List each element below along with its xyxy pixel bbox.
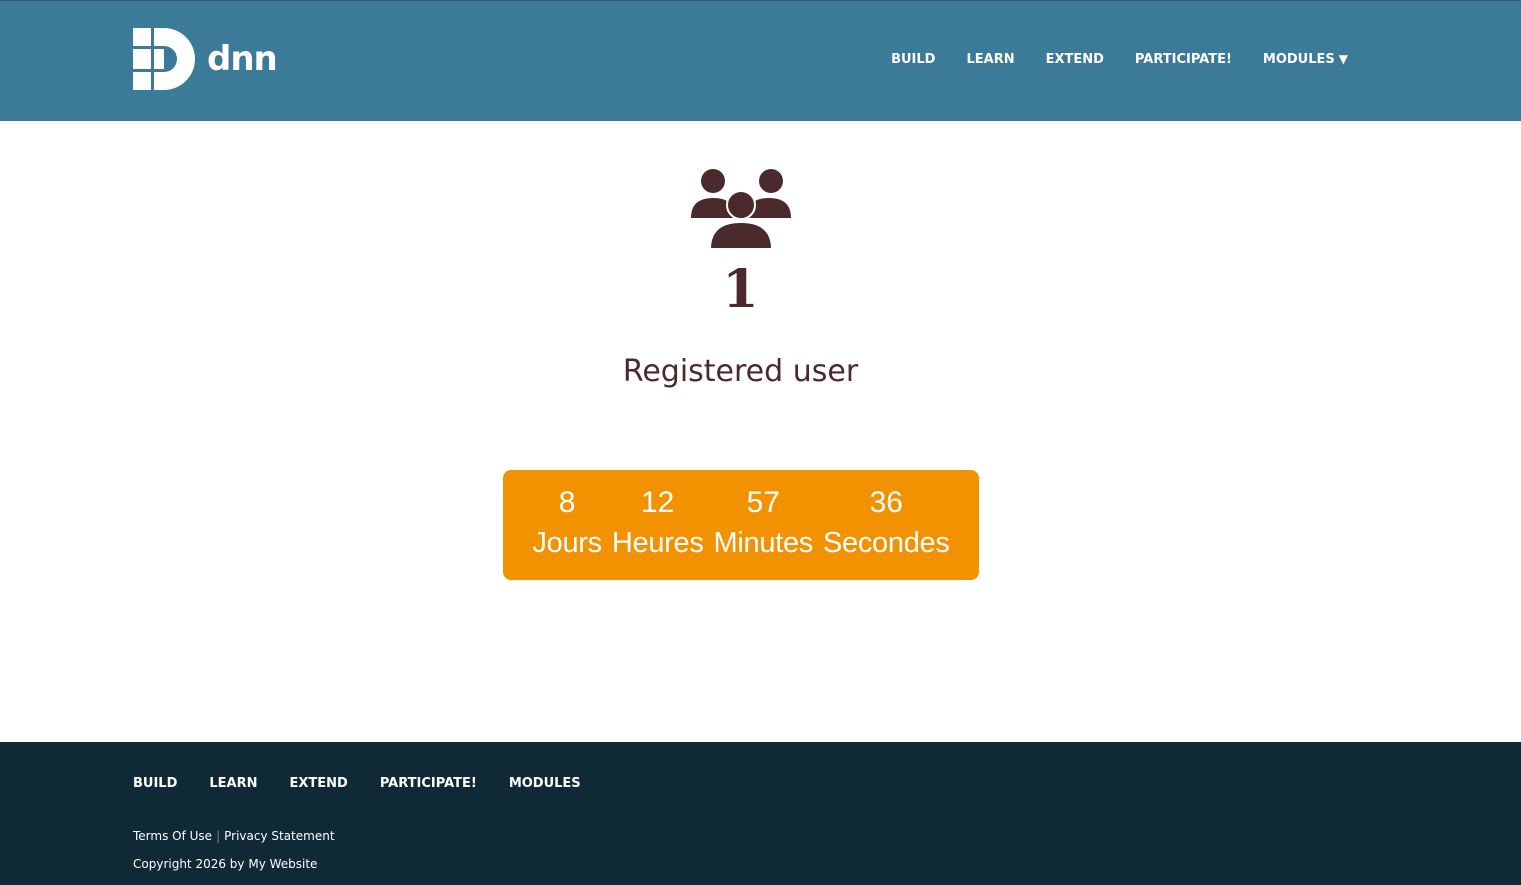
- registered-user-label: Registered user: [622, 354, 859, 389]
- logo-wordmark: dnn: [207, 39, 278, 79]
- countdown-hours: 12 Heures: [612, 485, 704, 565]
- nav-item-extend[interactable]: EXTEND: [1046, 52, 1104, 67]
- footer-nav-extend[interactable]: EXTEND: [290, 776, 348, 791]
- nav-item-build[interactable]: BUILD: [891, 52, 935, 67]
- countdown-label: Jours: [532, 527, 602, 559]
- dnn-logo-icon: [133, 28, 195, 90]
- registered-user-count: 1: [722, 259, 759, 320]
- site-footer: BUILD LEARN EXTEND PARTICIPATE! MODULES …: [0, 742, 1521, 885]
- dnn-logo[interactable]: dnn: [133, 28, 278, 90]
- users-icon: [691, 169, 791, 250]
- nav-item-modules[interactable]: MODULES ▼: [1263, 52, 1348, 67]
- countdown-seconds: 36 Secondes: [823, 485, 950, 565]
- main-nav: BUILD LEARN EXTEND PARTICIPATE! MODULES ▼: [860, 52, 1348, 67]
- footer-nav-learn[interactable]: LEARN: [209, 776, 257, 791]
- countdown-value: 12: [641, 486, 675, 519]
- countdown-value: 8: [558, 486, 576, 519]
- countdown-days: 8 Jours: [532, 485, 602, 565]
- nav-modules-label: MODULES: [1262, 52, 1335, 67]
- countdown-label: Heures: [611, 527, 704, 559]
- footer-links: Terms Of Use | Privacy Statement: [133, 829, 335, 843]
- terms-of-use-link[interactable]: Terms Of Use: [133, 829, 212, 843]
- countdown-label: Minutes: [713, 527, 814, 559]
- main-content: 1 Registered user 8 Jours 12 Heures 57 M…: [0, 121, 1521, 742]
- countdown-value: 57: [746, 486, 780, 519]
- footer-nav: BUILD LEARN EXTEND PARTICIPATE! MODULES: [133, 776, 613, 791]
- footer-separator: |: [216, 829, 221, 843]
- site-header: dnn BUILD LEARN EXTEND PARTICIPATE! MODU…: [0, 0, 1521, 121]
- footer-nav-build[interactable]: BUILD: [133, 776, 177, 791]
- countdown-label: Secondes: [822, 527, 950, 559]
- caret-down-icon: ▼: [1338, 52, 1348, 66]
- copyright-text: Copyright 2026 by My Website: [133, 857, 318, 871]
- footer-nav-participate[interactable]: PARTICIPATE!: [380, 776, 477, 791]
- countdown-minutes: 57 Minutes: [713, 485, 814, 565]
- countdown-timer: 8 Jours 12 Heures 57 Minutes 36 Secondes: [503, 470, 979, 580]
- nav-item-learn[interactable]: LEARN: [966, 52, 1014, 67]
- nav-item-participate[interactable]: PARTICIPATE!: [1135, 52, 1232, 67]
- privacy-statement-link[interactable]: Privacy Statement: [224, 829, 334, 843]
- countdown-value: 36: [869, 486, 903, 519]
- footer-nav-modules[interactable]: MODULES: [509, 776, 581, 791]
